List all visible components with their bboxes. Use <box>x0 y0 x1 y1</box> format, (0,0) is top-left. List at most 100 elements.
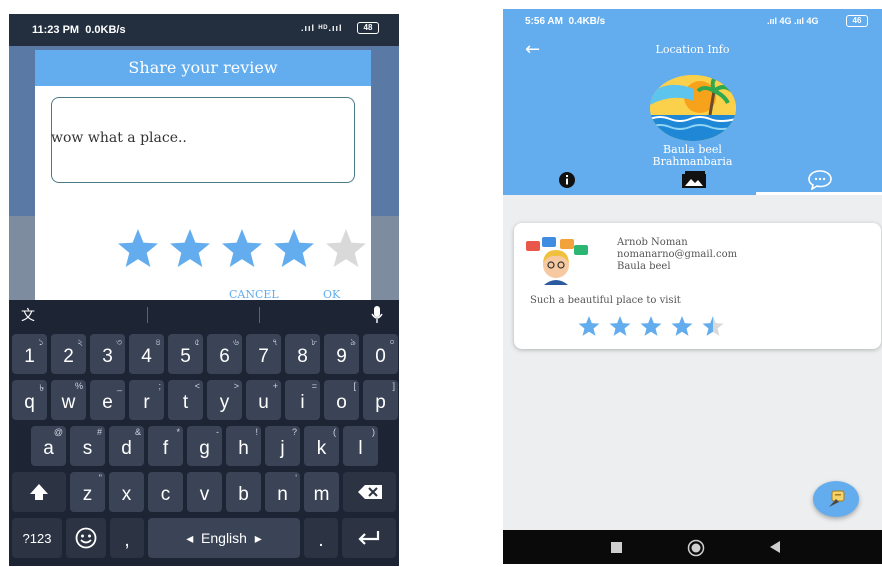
key-label: o <box>336 392 347 413</box>
key-7[interactable]: ৭7 <box>246 334 281 374</box>
tab-reviews[interactable] <box>756 167 882 195</box>
microphone-icon[interactable] <box>371 306 383 324</box>
review-rating <box>578 315 738 339</box>
key-m[interactable]: m <box>304 472 339 512</box>
star-icon <box>222 229 262 267</box>
star-icon <box>702 316 724 336</box>
page-title: Location Info <box>655 43 730 56</box>
shift-icon <box>30 484 48 500</box>
recents-icon[interactable] <box>611 542 622 553</box>
key-z[interactable]: " z <box>70 472 105 512</box>
key-d[interactable]: & d <box>109 426 144 466</box>
key-j[interactable]: ? j <box>265 426 300 466</box>
key-label: m <box>313 484 330 505</box>
key-hint: % <box>74 381 83 391</box>
period-key[interactable]: . <box>304 518 338 558</box>
key-6[interactable]: ৬6 <box>207 334 242 374</box>
key-5[interactable]: ৫5 <box>168 334 203 374</box>
location-header: 5:56 AM 0.4KB/s .ııl 4G .ııl 4G 46 ← Loc… <box>503 9 882 195</box>
key-f[interactable]: * f <box>148 426 183 466</box>
key-hint: > <box>233 381 239 391</box>
status-time: 5:56 AM 0.4KB/s <box>525 16 606 27</box>
enter-key[interactable] <box>342 518 396 558</box>
tab-info[interactable] <box>503 167 629 195</box>
key-b[interactable]: b <box>226 472 261 512</box>
key-y[interactable]: > y <box>207 380 242 420</box>
symbols-key[interactable]: ?123 <box>12 518 62 558</box>
key-hint: ? <box>291 427 297 437</box>
key-i[interactable]: = i <box>285 380 320 420</box>
key-label: 9 <box>336 346 347 367</box>
emoji-key[interactable] <box>66 518 106 558</box>
key-label: 5 <box>180 346 191 367</box>
status-time: 11:23 PM 0.0KB/s <box>32 24 126 36</box>
key-hint: _ <box>116 381 122 391</box>
left-phone-screen: 11:23 PM 0.0KB/s .ııl ᴴᴰ.ııl 48 Share yo… <box>9 14 399 566</box>
key-2[interactable]: ২2 <box>51 334 86 374</box>
key-k[interactable]: (k <box>304 426 339 466</box>
status-bar: 5:56 AM 0.4KB/s .ııl 4G .ııl 4G 46 <box>503 9 882 35</box>
key-label: f <box>162 438 169 459</box>
gallery-icon <box>682 171 706 188</box>
back-nav-icon[interactable] <box>769 541 781 553</box>
key-4[interactable]: ৪4 <box>129 334 164 374</box>
key-e[interactable]: _ e <box>90 380 125 420</box>
enter-icon <box>358 531 380 545</box>
key-g[interactable]: -g <box>187 426 222 466</box>
comma-key[interactable]: , <box>110 518 144 558</box>
add-review-button[interactable] <box>813 481 859 517</box>
key-q[interactable]: ৳ q <box>12 380 47 420</box>
key-9[interactable]: ৯9 <box>324 334 359 374</box>
key-label: u <box>258 392 269 413</box>
star-icon <box>671 316 693 336</box>
key-v[interactable]: v <box>187 472 222 512</box>
key-u[interactable]: + u <box>246 380 281 420</box>
key-c[interactable]: c <box>148 472 183 512</box>
star-icon <box>578 316 600 336</box>
home-icon[interactable] <box>687 539 705 557</box>
key-0[interactable]: ০0 <box>363 334 398 374</box>
key-n[interactable]: ' n <box>265 472 300 512</box>
info-icon <box>559 172 575 188</box>
review-email: nomanarno@gmail.com <box>617 249 738 260</box>
key-hint: ; <box>158 381 161 391</box>
shift-key[interactable] <box>12 472 66 512</box>
keyboard-language: English <box>201 530 247 546</box>
key-3[interactable]: ৩3 <box>90 334 125 374</box>
key-s[interactable]: # s <box>70 426 105 466</box>
key-w[interactable]: % w <box>51 380 86 420</box>
battery-icon: 46 <box>846 15 868 27</box>
key-l[interactable]: ) l <box>343 426 378 466</box>
star-icon <box>326 229 366 267</box>
space-key[interactable]: ◂ English ▸ <box>148 518 300 558</box>
signal-icon: .ııl ᴴᴰ.ııl <box>301 23 343 33</box>
star-icon <box>170 229 210 267</box>
key-label: d <box>121 438 132 459</box>
backspace-key[interactable] <box>343 472 396 512</box>
key-label: . <box>318 530 324 551</box>
key-h[interactable]: ! h <box>226 426 261 466</box>
key-p[interactable]: ] p <box>363 380 398 420</box>
review-card[interactable]: Arnob Noman nomanarno@gmail.com Baula be… <box>514 223 881 349</box>
key-r[interactable]: ; r <box>129 380 164 420</box>
key-x[interactable]: x <box>109 472 144 512</box>
emoji-icon <box>75 527 97 549</box>
star-icon <box>274 229 314 267</box>
review-place: Baula beel <box>617 261 671 272</box>
key-a[interactable]: @ a <box>31 426 66 466</box>
system-nav-bar <box>503 530 882 564</box>
chat-icon <box>808 170 832 190</box>
key-o[interactable]: [o <box>324 380 359 420</box>
rating-bar[interactable] <box>117 228 377 272</box>
key-8[interactable]: ৮8 <box>285 334 320 374</box>
tab-gallery[interactable] <box>629 167 755 195</box>
key-1[interactable]: ১1 <box>12 334 47 374</box>
translate-icon[interactable]: 文 <box>21 307 39 323</box>
dialog-title: Share your review <box>35 50 371 86</box>
key-hint: ! <box>255 427 258 437</box>
key-label: v <box>199 484 210 505</box>
add-review-icon <box>829 490 845 507</box>
key-t[interactable]: < t <box>168 380 203 420</box>
key-label: i <box>300 392 305 413</box>
review-input-text: wow what a place.. <box>51 130 187 146</box>
